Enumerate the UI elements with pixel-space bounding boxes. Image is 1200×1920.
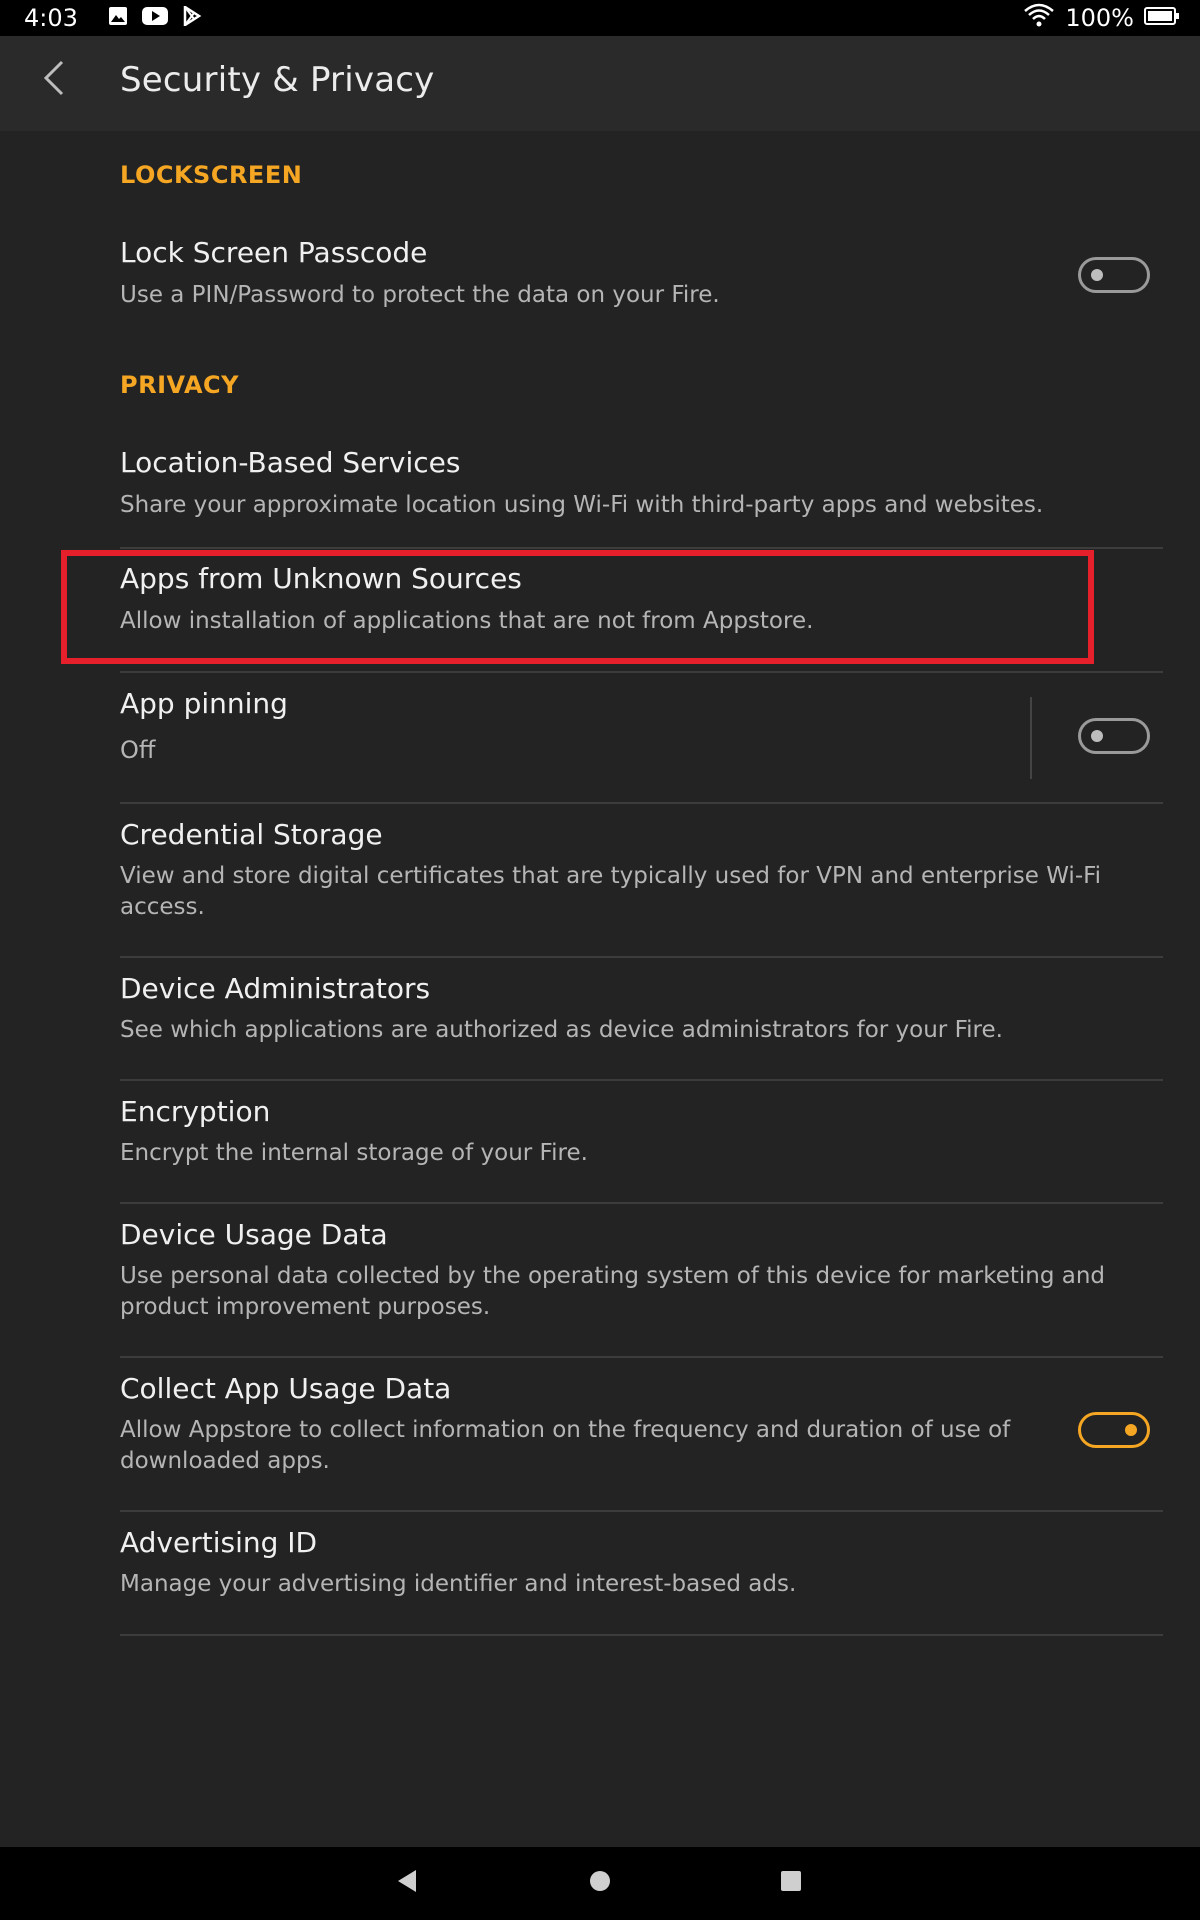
battery-percent: 100%	[1065, 4, 1134, 32]
toggle-knob	[1125, 1424, 1137, 1436]
toggle-knob	[1091, 730, 1103, 742]
app-pinning-toggle[interactable]	[1078, 718, 1150, 754]
toggle-knob	[1091, 269, 1103, 281]
settings-list: LOCKSCREEN Lock Screen Passcode Use a PI…	[0, 131, 1200, 1847]
notification-icons	[108, 4, 202, 32]
wifi-icon	[1023, 2, 1055, 34]
status-bar: 4:03 100%	[0, 0, 1200, 36]
setting-title: Lock Screen Passcode	[120, 236, 428, 269]
nav-recents-button[interactable]	[771, 1863, 811, 1903]
nav-back-button[interactable]	[387, 1863, 427, 1903]
lock-screen-passcode-toggle[interactable]	[1078, 257, 1150, 293]
back-triangle-icon	[394, 1868, 420, 1898]
setting-subtitle: Allow Appstore to collect information on…	[120, 1417, 1011, 1474]
setting-lock-screen-passcode[interactable]: Lock Screen Passcode Use a PIN/Password …	[120, 226, 1163, 336]
setting-subtitle: Encrypt the internal storage of your Fir…	[120, 1140, 588, 1166]
setting-title: Encryption	[120, 1095, 271, 1128]
setting-collect-app-usage-data[interactable]: Collect App Usage Data Allow Appstore to…	[120, 1358, 1163, 1512]
app-bar: Security & Privacy	[0, 36, 1200, 131]
setting-title: Device Usage Data	[120, 1218, 388, 1251]
recents-square-icon	[779, 1869, 803, 1897]
setting-title: App pinning	[120, 687, 288, 720]
back-button[interactable]	[28, 54, 80, 106]
setting-device-usage-data[interactable]: Device Usage Data Use personal data coll…	[120, 1204, 1163, 1358]
setting-credential-storage[interactable]: Credential Storage View and store digita…	[120, 804, 1163, 958]
navigation-bar	[0, 1847, 1200, 1920]
setting-app-pinning[interactable]: App pinning Off	[120, 673, 1163, 804]
setting-subtitle: Allow installation of applications that …	[120, 608, 814, 634]
youtube-icon	[141, 4, 168, 32]
setting-title: Credential Storage	[120, 818, 383, 851]
setting-subtitle: Use personal data collected by the opera…	[120, 1263, 1106, 1320]
setting-device-administrators[interactable]: Device Administrators See which applicat…	[120, 958, 1163, 1081]
battery-icon	[1144, 4, 1180, 32]
setting-subtitle: Share your approximate location using Wi…	[120, 492, 1044, 518]
setting-title: Location-Based Services	[120, 446, 461, 479]
status-time: 4:03	[24, 4, 78, 32]
page-title: Security & Privacy	[120, 60, 435, 100]
chevron-left-icon	[42, 60, 66, 100]
setting-encryption[interactable]: Encryption Encrypt the internal storage …	[120, 1081, 1163, 1204]
section-header-privacy: PRIVACY	[120, 371, 240, 399]
setting-subtitle: View and store digital certificates that…	[120, 863, 1102, 920]
status-right: 100%	[1023, 2, 1180, 34]
nav-home-button[interactable]	[580, 1863, 620, 1903]
setting-subtitle: Manage your advertising identifier and i…	[120, 1571, 797, 1597]
setting-title: Apps from Unknown Sources	[120, 562, 522, 595]
setting-subtitle: See which applications are authorized as…	[120, 1017, 1003, 1043]
setting-subtitle: Off	[120, 736, 156, 764]
setting-advertising-id[interactable]: Advertising ID Manage your advertising i…	[120, 1512, 1163, 1636]
setting-subtitle: Use a PIN/Password to protect the data o…	[120, 282, 720, 308]
setting-location-based-services[interactable]: Location-Based Services Share your appro…	[120, 436, 1163, 549]
play-store-icon	[182, 4, 202, 32]
setting-title: Collect App Usage Data	[120, 1372, 452, 1405]
setting-title: Advertising ID	[120, 1526, 318, 1559]
collect-app-usage-toggle[interactable]	[1078, 1412, 1150, 1448]
section-header-lockscreen: LOCKSCREEN	[120, 161, 303, 189]
divider-vertical	[1030, 697, 1032, 779]
image-icon	[108, 4, 128, 32]
home-circle-icon	[588, 1869, 612, 1897]
setting-title: Device Administrators	[120, 972, 431, 1005]
setting-apps-from-unknown-sources[interactable]: Apps from Unknown Sources Allow installa…	[120, 549, 1163, 673]
status-left: 4:03	[24, 4, 202, 32]
